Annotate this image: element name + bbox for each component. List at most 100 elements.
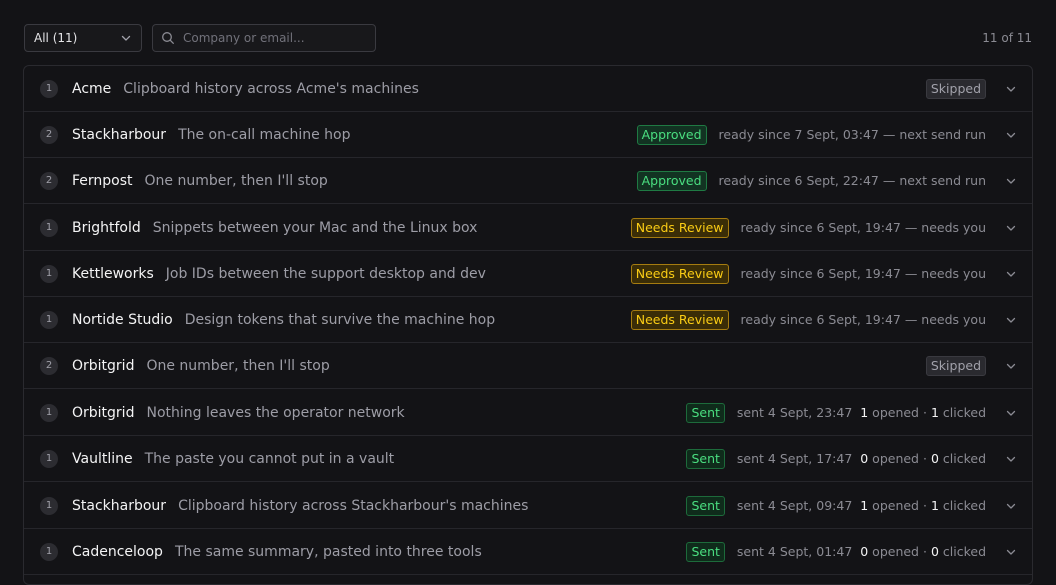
opened-count: 0 — [860, 451, 869, 466]
step-number-badge: 1 — [40, 264, 58, 283]
step-number-badge: 1 — [40, 542, 58, 561]
email-subject: The same summary, pasted into three tool… — [174, 543, 482, 560]
list-row[interactable]: 1 Stackharbour Clipboard history across St… — [24, 483, 1032, 529]
chevron-down-icon — [1006, 317, 1016, 323]
company-name: Vaultline — [72, 450, 133, 467]
list-row[interactable]: 1 Cadenceloop The same summary, pasted int… — [24, 529, 1032, 575]
step-number-badge: 1 — [40, 310, 58, 329]
opened-count: 0 — [860, 544, 869, 559]
opened-count: 1 — [860, 405, 869, 420]
status-badge: Sent — [686, 402, 725, 423]
expand-row-button[interactable] — [990, 158, 1032, 204]
expand-row-button[interactable] — [990, 66, 1032, 112]
clicked-label: clicked — [942, 498, 986, 513]
clicked-count: 1 — [930, 405, 939, 420]
toolbar: All (11) 11 of 11 — [24, 24, 1032, 54]
step-number-badge: 1 — [40, 496, 58, 515]
clicked-label: clicked — [942, 451, 986, 466]
opened-label: opened — [872, 498, 919, 513]
status-badge: Needs Review — [630, 217, 729, 238]
meta-separator: · — [922, 544, 927, 559]
company-name: Orbitgrid — [72, 404, 135, 421]
chevron-down-icon — [1006, 456, 1016, 462]
expand-row-button[interactable] — [990, 483, 1032, 529]
company-name: Cadenceloop — [72, 543, 163, 560]
expand-row-button[interactable] — [990, 436, 1032, 482]
expand-row-button[interactable] — [990, 205, 1032, 251]
clicked-count: 0 — [930, 544, 939, 559]
status-filter-select[interactable]: All (11) — [24, 24, 142, 52]
status-badge: Needs Review — [630, 309, 729, 330]
clicked-count: 0 — [930, 451, 939, 466]
step-number-badge: 2 — [40, 125, 58, 144]
chevron-down-icon — [1006, 363, 1016, 369]
opened-label: opened — [872, 544, 919, 559]
step-number-badge: 1 — [40, 403, 58, 422]
email-subject: The paste you cannot put in a vault — [144, 450, 395, 467]
email-subject: The on-call machine hop — [178, 126, 351, 143]
sent-timestamp: sent 4 Sept, 17:47 — [736, 451, 853, 466]
email-subject: Design tokens that survive the machine h… — [184, 311, 496, 328]
ready-meta: ready since 7 Sept, 03:47 — next send ru… — [718, 127, 986, 142]
expand-row-button[interactable] — [990, 251, 1032, 297]
clicked-label: clicked — [942, 405, 986, 420]
search-field[interactable] — [152, 24, 376, 52]
company-name: Orbitgrid — [72, 357, 135, 374]
company-name: Stackharbour — [72, 497, 167, 514]
expand-row-button[interactable] — [990, 529, 1032, 575]
list-row[interactable]: 1 Acme Clipboard history across Acme's mac… — [24, 66, 1032, 112]
list-row[interactable]: 1 Vaultline The paste you cannot put in a … — [24, 436, 1032, 482]
sent-timestamp: sent 4 Sept, 01:47 — [736, 544, 853, 559]
chevron-down-icon — [1006, 503, 1016, 509]
chevron-down-icon — [1006, 271, 1016, 277]
send-meta: sent 4 Sept, 23:47 1 opened · 1 clicked — [737, 405, 986, 420]
send-meta: sent 4 Sept, 09:47 1 opened · 1 clicked — [737, 498, 986, 513]
send-meta: sent 4 Sept, 01:47 0 opened · 0 clicked — [737, 544, 986, 559]
sent-timestamp: sent 4 Sept, 09:47 — [736, 498, 853, 513]
status-badge: Sent — [686, 448, 725, 469]
company-name: Stackharbour — [72, 126, 167, 143]
expand-row-button[interactable] — [990, 390, 1032, 436]
email-subject: One number, then I'll stop — [146, 357, 330, 374]
expand-row-button[interactable] — [990, 112, 1032, 158]
step-number-badge: 2 — [40, 356, 58, 375]
email-subject: Snippets between your Mac and the Linux … — [152, 219, 478, 236]
opened-label: opened — [872, 451, 919, 466]
email-subject: Job IDs between the support desktop and … — [165, 265, 486, 282]
list-row[interactable]: 2 Fernpost One number, then I'll stop Appro… — [24, 158, 1032, 204]
email-subject: Clipboard history across Stackharbour's … — [178, 497, 529, 514]
outreach-list: 1 Acme Clipboard history across Acme's mac… — [23, 65, 1033, 585]
search-input[interactable] — [183, 31, 363, 45]
meta-separator: · — [922, 498, 927, 513]
status-badge: Needs Review — [630, 263, 729, 284]
email-subject: Clipboard history across Acme's machines — [123, 80, 419, 97]
expand-row-button[interactable] — [990, 297, 1032, 343]
list-row[interactable]: 1 Nortide Studio Design tokens that surviv… — [24, 297, 1032, 343]
expand-row-button[interactable] — [990, 343, 1032, 389]
company-name: Acme — [72, 80, 112, 97]
meta-separator: · — [922, 451, 927, 466]
step-number-badge: 1 — [40, 449, 58, 468]
list-row[interactable]: 1 Orbitgrid Nothing leaves the operator ne… — [24, 390, 1032, 436]
chevron-down-icon — [1006, 178, 1016, 184]
company-name: Fernpost — [72, 172, 133, 189]
ready-meta: ready since 6 Sept, 19:47 — needs you — [740, 220, 986, 235]
email-subject: Nothing leaves the operator network — [146, 404, 405, 421]
status-badge: Sent — [686, 495, 725, 516]
step-number-badge: 2 — [40, 171, 58, 190]
chevron-down-icon — [1006, 132, 1016, 138]
company-name: Nortide Studio — [72, 311, 173, 328]
search-icon — [162, 32, 174, 44]
list-row[interactable]: 2 Orbitgrid One number, then I'll stop Skip… — [24, 343, 1032, 389]
status-badge: Approved — [636, 170, 707, 191]
list-row[interactable]: 1 Brightfold Snippets between your Mac and… — [24, 205, 1032, 251]
step-number-badge: 1 — [40, 218, 58, 237]
step-number-badge: 1 — [40, 79, 58, 98]
status-badge: Skipped — [925, 78, 986, 99]
list-row[interactable]: 2 Stackharbour The on-call machine hop Appr… — [24, 112, 1032, 158]
list-row[interactable]: 1 Kettleworks Job IDs between the support … — [24, 251, 1032, 297]
clicked-count: 1 — [930, 498, 939, 513]
clicked-label: clicked — [942, 544, 986, 559]
company-name: Brightfold — [72, 219, 141, 236]
chevron-down-icon — [121, 35, 131, 41]
